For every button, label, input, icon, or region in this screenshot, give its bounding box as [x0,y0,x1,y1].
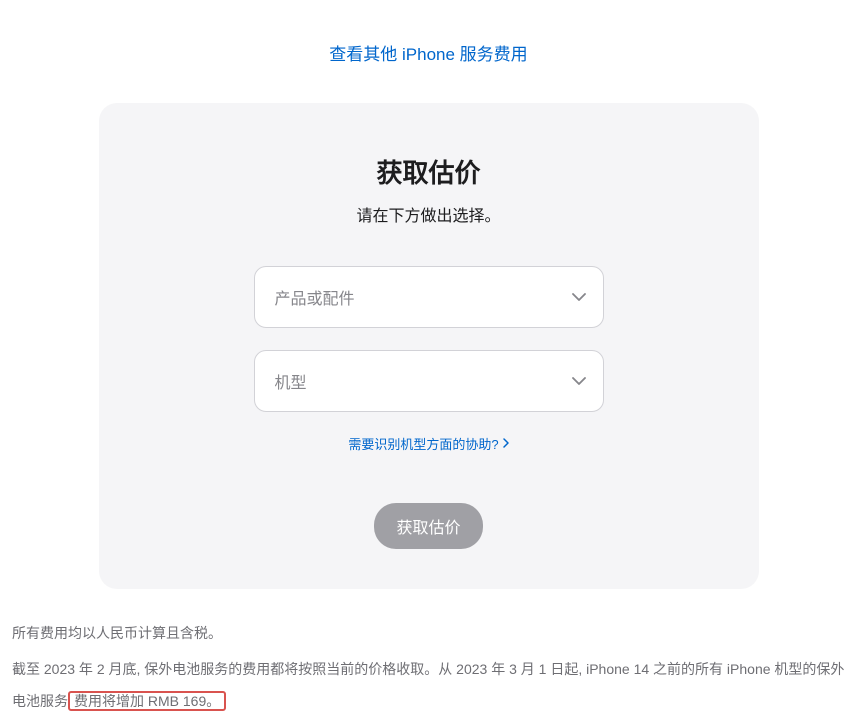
help-link-label: 需要识别机型方面的协助? [348,434,498,453]
product-select[interactable]: 产品或配件 [254,266,604,328]
footnotes: 所有费用均以人民币计算且含税。 截至 2023 年 2 月底, 保外电池服务的费… [0,607,857,718]
model-select[interactable]: 机型 [254,350,604,412]
card-title: 获取估价 [139,153,719,190]
card-subtitle: 请在下方做出选择。 [139,202,719,226]
chevron-right-icon [503,436,509,451]
other-services-link[interactable]: 查看其他 iPhone 服务费用 [329,45,527,64]
footnote-tax: 所有费用均以人民币计算且含税。 [12,617,845,649]
get-estimate-button[interactable]: 获取估价 [374,503,482,549]
identify-model-help-link[interactable]: 需要识别机型方面的协助? [348,434,508,453]
estimate-card: 获取估价 请在下方做出选择。 产品或配件 机型 需要识别机型方面的协助? 获取估… [99,103,759,589]
highlighted-increase: 费用将增加 RMB 169。 [68,691,226,711]
